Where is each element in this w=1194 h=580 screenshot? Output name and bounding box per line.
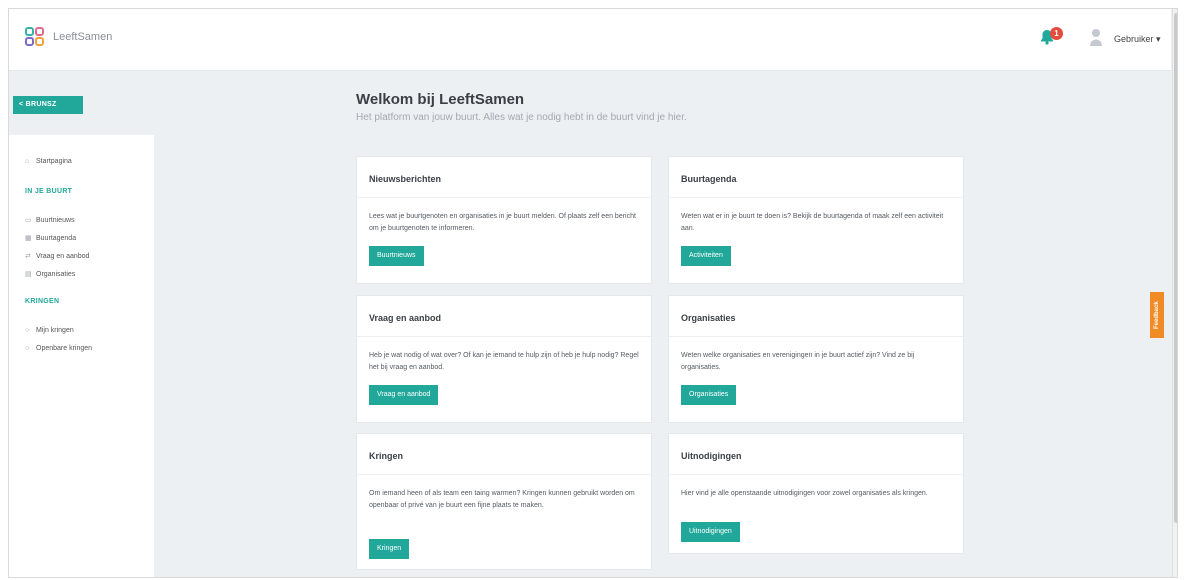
card-text: Hier vind je alle openstaande uitnodigin… bbox=[681, 490, 928, 497]
user-menu[interactable]: Gebruiker ▾ bbox=[1114, 34, 1161, 45]
activiteiten-button[interactable]: Activiteiten bbox=[681, 246, 731, 266]
card-buurtagenda: Buurtagenda Weten wat er in je buurt te … bbox=[668, 156, 964, 284]
sidebar-section-kringen: KRINGEN bbox=[25, 298, 60, 305]
sidebar-item-label: Buurtnieuws bbox=[36, 217, 75, 224]
buurtnieuws-button[interactable]: Buurtnieuws bbox=[369, 246, 424, 266]
card-title: Buurtagenda bbox=[681, 174, 737, 184]
page-subtitle: Het platform van jouw buurt. Alles wat j… bbox=[356, 112, 687, 123]
sidebar: < BRUNSZ ⌂ Startpagina IN JE BUURT ▭ Buu… bbox=[9, 71, 154, 577]
home-icon: ⌂ bbox=[25, 158, 30, 165]
card-text: Weten welke organisaties en verenigingen… bbox=[681, 352, 915, 371]
sidebar-item-buurtnieuws[interactable]: ▭ Buurtnieuws bbox=[25, 217, 75, 224]
top-bar: LeeftSamen 1 Gebruiker ▾ bbox=[9, 9, 1171, 71]
chevron-down-icon: ▾ bbox=[1156, 34, 1161, 44]
card-text: Weten wat er in je buurt te doen is? Bek… bbox=[681, 213, 944, 232]
sidebar-item-vraag-en-aanbod[interactable]: ⇄ Vraag en aanbod bbox=[25, 253, 89, 260]
card-vraag-en-aanbod: Vraag en aanbod Heb je wat nodig of wat … bbox=[356, 295, 652, 423]
scrollbar[interactable] bbox=[1172, 9, 1177, 577]
card-text: Om iemand heen of als team een taing war… bbox=[369, 490, 635, 509]
organisaties-button[interactable]: Organisaties bbox=[681, 385, 737, 405]
feedback-tab[interactable]: Feedback bbox=[1150, 292, 1164, 338]
card-title: Organisaties bbox=[681, 313, 736, 323]
sidebar-item-openbare-kringen[interactable]: ○ Openbare kringen bbox=[25, 345, 92, 352]
sidebar-item-label: Organisaties bbox=[36, 271, 76, 278]
sidebar-item-mijn-kringen[interactable]: ○ Mijn kringen bbox=[25, 327, 74, 334]
page-title: Welkom bij LeeftSamen bbox=[356, 91, 525, 108]
card-text: Heb je wat nodig of wat over? Of kan je … bbox=[369, 352, 639, 371]
swap-icon: ⇄ bbox=[25, 253, 31, 260]
user-avatar-icon[interactable] bbox=[1089, 27, 1105, 49]
card-title: Kringen bbox=[369, 451, 404, 461]
username-label: Gebruiker bbox=[1114, 34, 1154, 44]
scrollbar-thumb[interactable] bbox=[1174, 13, 1177, 523]
card-title: Vraag en aanbod bbox=[369, 313, 442, 323]
card-organisaties: Organisaties Weten welke organisaties en… bbox=[668, 295, 964, 423]
calendar-icon: ▦ bbox=[25, 235, 32, 242]
app-name: LeeftSamen bbox=[53, 31, 113, 43]
sidebar-nav: ⌂ Startpagina IN JE BUURT ▭ Buurtnieuws … bbox=[9, 135, 154, 577]
logo-icon bbox=[25, 27, 45, 47]
sidebar-item-label: Vraag en aanbod bbox=[36, 253, 90, 260]
sidebar-item-startpagina[interactable]: ⌂ Startpagina bbox=[25, 158, 72, 165]
vraag-en-aanbod-button[interactable]: Vraag en aanbod bbox=[369, 385, 439, 405]
kringen-button[interactable]: Kringen bbox=[369, 539, 410, 559]
card-uitnodigingen: Uitnodigingen Hier vind je alle openstaa… bbox=[668, 433, 964, 554]
sidebar-item-buurtagenda[interactable]: ▦ Buurtagenda bbox=[25, 235, 76, 242]
uitnodigingen-button[interactable]: Uitnodigingen bbox=[681, 522, 740, 542]
sidebar-item-label: Openbare kringen bbox=[36, 345, 93, 352]
news-icon: ▭ bbox=[25, 217, 32, 224]
back-button[interactable]: < BRUNSZ bbox=[13, 96, 83, 114]
circle-icon: ○ bbox=[25, 345, 30, 352]
card-divider bbox=[357, 474, 651, 475]
sidebar-item-organisaties[interactable]: ▤ Organisaties bbox=[25, 271, 75, 278]
card-nieuwsberichten: Nieuwsberichten Lees wat je buurtgenoten… bbox=[356, 156, 652, 284]
circle-icon: ○ bbox=[25, 327, 30, 334]
app-window: LeeftSamen 1 Gebruiker ▾ < BRUNSZ ⌂ Star… bbox=[8, 8, 1178, 578]
card-divider bbox=[669, 197, 963, 198]
card-title: Uitnodigingen bbox=[681, 451, 742, 461]
sidebar-section-buurt: IN JE BUURT bbox=[25, 188, 73, 195]
card-divider bbox=[357, 336, 651, 337]
card-divider bbox=[669, 336, 963, 337]
sidebar-header: < BRUNSZ bbox=[9, 71, 154, 135]
building-icon: ▤ bbox=[25, 271, 32, 278]
sidebar-item-label: Startpagina bbox=[36, 158, 72, 165]
card-title: Nieuwsberichten bbox=[369, 174, 442, 184]
card-divider bbox=[357, 197, 651, 198]
sidebar-item-label: Buurtagenda bbox=[36, 235, 77, 242]
notification-badge: 1 bbox=[1050, 27, 1063, 40]
app-logo[interactable]: LeeftSamen bbox=[25, 27, 112, 47]
card-text: Lees wat je buurtgenoten en organisaties… bbox=[369, 213, 636, 232]
sidebar-item-label: Mijn kringen bbox=[36, 327, 74, 334]
card-kringen: Kringen Om iemand heen of als team een t… bbox=[356, 433, 652, 570]
card-divider bbox=[669, 474, 963, 475]
